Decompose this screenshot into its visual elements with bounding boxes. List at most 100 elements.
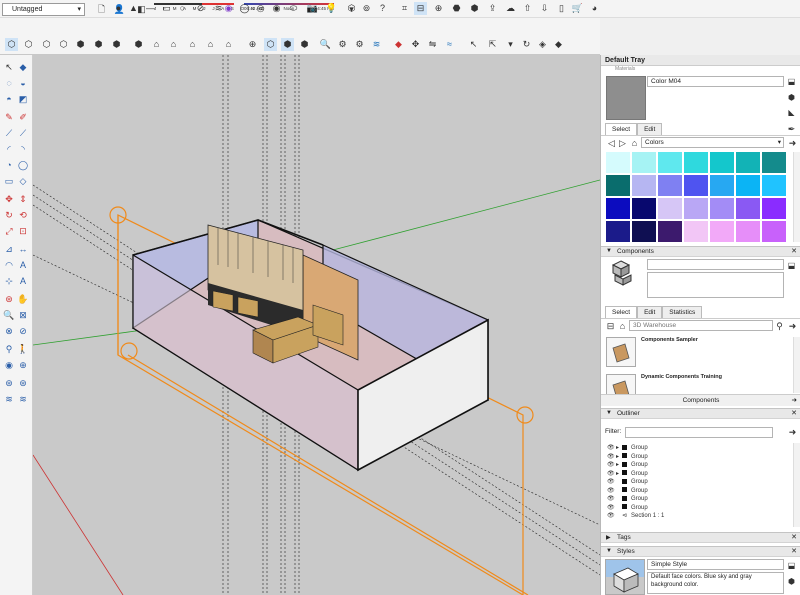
cursor-icon[interactable]: ⇱ [486, 38, 499, 51]
rect-left-icon[interactable]: ▭ [3, 175, 15, 187]
scene-canvas[interactable] [33, 55, 600, 595]
offset-icon[interactable]: ⊡ [17, 225, 29, 237]
xray-icon[interactable]: ⬡ [5, 38, 18, 51]
visibility-eye-icon[interactable]: 👁 [607, 504, 616, 512]
profile-builder-icon[interactable]: ◉ [222, 2, 235, 15]
protractor-icon[interactable]: ◠ [3, 259, 15, 271]
color-swatch[interactable] [632, 152, 656, 173]
dot-tool-icon[interactable]: ● [112, 2, 125, 15]
swatch-scrollbar[interactable] [793, 152, 800, 242]
details-arrow-icon[interactable]: ➜ [786, 426, 799, 439]
device-icon[interactable]: ▯ [555, 2, 568, 15]
cone-icon[interactable]: ▲ [127, 2, 140, 15]
close-icon[interactable]: ✕ [791, 547, 797, 555]
components-header[interactable]: ▼ Components ✕ [601, 246, 800, 257]
color-swatch[interactable] [632, 221, 656, 242]
plugin-icon[interactable]: ◆ [552, 38, 565, 51]
tab-select[interactable]: Select [605, 123, 638, 135]
cube-icon[interactable]: ⬢ [785, 91, 798, 104]
display-section-cuts-icon[interactable]: ⬢ [281, 38, 294, 51]
3dtext-icon[interactable]: A [17, 275, 29, 287]
color-swatch[interactable] [632, 175, 656, 196]
cloud-icon[interactable]: ☁ [504, 2, 517, 15]
zoom-window-icon[interactable]: ⊠ [17, 309, 29, 321]
terrain2-icon[interactable]: ≋ [17, 393, 29, 405]
zoom-extents-icon[interactable]: ⊗ [3, 325, 15, 337]
download-icon[interactable]: ⇩ [538, 2, 551, 15]
drop-arrow-icon[interactable]: ▾ [504, 38, 517, 51]
color-swatch[interactable] [762, 221, 786, 242]
outliner-row[interactable]: 👁 Group [607, 495, 648, 503]
flip-icon[interactable]: ⇋ [426, 38, 439, 51]
color-swatch[interactable] [710, 152, 734, 173]
search-icon[interactable]: 🔍 [319, 38, 332, 51]
update-style-icon[interactable]: ⬓ [785, 559, 798, 572]
styles-header[interactable]: ▼ Styles ✕ [601, 546, 800, 557]
cube-outline-icon[interactable]: ⬡ [345, 2, 358, 15]
move-icon[interactable]: ✥ [409, 38, 422, 51]
visibility-eye-icon[interactable]: 👁 [607, 470, 616, 478]
left-view-icon[interactable]: ⌂ [222, 38, 235, 51]
rectangle-icon[interactable]: ▭ [160, 2, 173, 15]
sphere-icon[interactable]: ◯ [238, 2, 251, 15]
lightbulb-icon[interactable]: 💡 [325, 2, 338, 15]
color-swatch[interactable] [606, 198, 630, 219]
eraser-icon[interactable]: ◈ [536, 38, 549, 51]
followme-icon[interactable]: ⟲ [17, 209, 29, 221]
polyline-icon[interactable]: ⟋ [17, 127, 29, 139]
sandbox-icon[interactable]: ⚙ [353, 38, 366, 51]
color-swatch[interactable] [710, 175, 734, 196]
account-icon[interactable]: ◕ [588, 2, 601, 15]
color-swatch[interactable] [684, 221, 708, 242]
dimension-icon[interactable]: ↔ [17, 243, 29, 255]
move-left-icon[interactable]: ✥ [3, 193, 15, 205]
details-arrow-icon[interactable]: ➜ [786, 137, 799, 150]
lookaround-icon[interactable]: ◉ [3, 359, 15, 371]
warehouse-search-input[interactable] [629, 320, 773, 331]
hidden-line-icon[interactable]: ⬡ [57, 38, 70, 51]
waves-icon[interactable]: ≈ [443, 38, 456, 51]
top-view-icon[interactable]: ⌂ [150, 38, 163, 51]
camera-icon[interactable]: 📷 [306, 2, 319, 15]
paint2-icon[interactable]: ◓ [3, 93, 15, 105]
back-view-icon[interactable]: ⌂ [204, 38, 217, 51]
color-swatch[interactable] [658, 152, 682, 173]
hide-icon[interactable]: ⊘ [194, 2, 207, 15]
visibility-eye-icon[interactable]: 👁 [607, 453, 616, 461]
add-icon[interactable]: ⊕ [432, 2, 445, 15]
visibility-eye-icon[interactable]: 👁 [607, 512, 616, 520]
home-icon[interactable]: ⌂ [616, 320, 629, 333]
tag-select[interactable]: Untagged ▾ [2, 3, 85, 16]
outliner-header[interactable]: ▼ Outliner ✕ [601, 408, 800, 419]
visibility-eye-icon[interactable]: 👁 [607, 444, 616, 452]
tags-header[interactable]: ▶ Tags ✕ [601, 532, 800, 543]
style-thumbnail[interactable] [605, 559, 645, 595]
arrow-icon[interactable]: ↖ [467, 38, 480, 51]
eraser-left-icon[interactable]: ◆ [17, 61, 29, 73]
component-description-field[interactable] [647, 272, 784, 298]
sandbox-left-icon[interactable]: ⊛ [3, 377, 15, 389]
tab-select-components[interactable]: Select [605, 306, 638, 318]
rotate-arrow-icon[interactable]: ↻ [520, 38, 533, 51]
paint-icon[interactable]: ◒ [17, 77, 29, 89]
tape-icon[interactable]: ⊿ [3, 243, 15, 255]
visibility-eye-icon[interactable]: 👁 [607, 478, 616, 486]
section-fill-icon[interactable]: ⬢ [298, 38, 311, 51]
line-left-icon[interactable]: ⟋ [3, 127, 15, 139]
diamond-icon[interactable]: ◆ [392, 38, 405, 51]
orbit-icon[interactable]: ⊛ [3, 293, 15, 305]
color-swatch[interactable] [762, 152, 786, 173]
walk-icon[interactable]: 🚶 [17, 343, 29, 355]
visibility-eye-icon[interactable]: 👁 [607, 487, 616, 495]
wireframe-icon[interactable]: ⬡ [40, 38, 53, 51]
outliner-row[interactable]: 👁▸ Group [607, 461, 648, 469]
previous-icon[interactable]: ⊘ [17, 325, 29, 337]
component-name-field[interactable] [647, 259, 784, 270]
terrain-icon[interactable]: ≋ [370, 38, 383, 51]
outliner-scrollbar[interactable] [793, 443, 800, 527]
rotrect-icon[interactable]: ◇ [17, 175, 29, 187]
freehand-icon[interactable]: ✐ [17, 111, 29, 123]
color-swatch[interactable] [632, 198, 656, 219]
outliner-row[interactable]: 👁 Group [607, 478, 648, 486]
new-file-icon[interactable]: 🗋 [95, 3, 108, 16]
